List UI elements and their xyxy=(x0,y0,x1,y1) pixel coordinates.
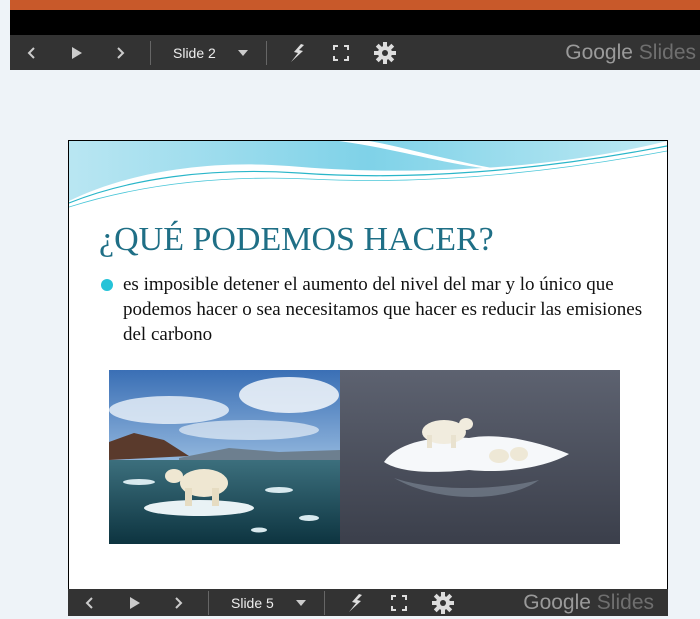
google-slides-logo[interactable]: Google Slides xyxy=(565,41,700,65)
slide-selector-label[interactable]: Slide 5 xyxy=(217,595,286,611)
chevron-right-icon xyxy=(175,596,183,609)
next-slide-button[interactable] xyxy=(98,35,142,70)
chevron-right-icon xyxy=(117,46,125,59)
top-slide-player: Slide 2 Google Slides xyxy=(10,0,700,70)
wave-header-decoration xyxy=(69,141,667,208)
slide-selector-dropdown[interactable] xyxy=(286,599,316,606)
laser-pointer-button[interactable] xyxy=(333,586,377,619)
chevron-left-icon xyxy=(85,596,93,609)
play-button[interactable] xyxy=(54,35,98,70)
toolbar-divider xyxy=(150,40,151,65)
slide-selector-label[interactable]: Slide 2 xyxy=(159,45,228,61)
play-icon xyxy=(130,596,140,609)
caret-down-icon xyxy=(295,599,306,606)
google-slides-logo[interactable]: Google Slides xyxy=(523,591,668,615)
left-photo-melting-ice xyxy=(109,370,340,544)
fullscreen-icon xyxy=(332,44,349,61)
gear-icon xyxy=(373,41,396,64)
slide-canvas: ¿QUÉ PODEMOS HACER? es imposible detener… xyxy=(69,141,667,589)
toolbar-divider xyxy=(323,590,325,615)
previous-slide-button[interactable] xyxy=(10,35,54,70)
slide-title: ¿QUÉ PODEMOS HACER? xyxy=(99,221,494,258)
settings-button[interactable] xyxy=(421,586,465,619)
main-player-toolbar: Slide 5 Google Slides xyxy=(68,589,668,616)
slide-selector-dropdown[interactable] xyxy=(228,49,258,56)
caret-down-icon xyxy=(237,49,248,56)
main-slide-player: ¿QUÉ PODEMOS HACER? es imposible detener… xyxy=(68,140,668,616)
fullscreen-button[interactable] xyxy=(377,586,421,619)
laser-pointer-icon xyxy=(290,43,304,62)
right-photo-bears-on-floe xyxy=(340,370,620,544)
laser-pointer-button[interactable] xyxy=(275,35,319,70)
laser-pointer-icon xyxy=(348,593,362,612)
settings-button[interactable] xyxy=(363,35,407,70)
previous-slide-button[interactable] xyxy=(68,586,112,619)
play-button[interactable] xyxy=(112,586,156,619)
fullscreen-icon xyxy=(390,594,407,611)
bullet-text: es imposible detener el aumento del nive… xyxy=(123,274,643,345)
next-slide-button[interactable] xyxy=(156,586,200,619)
chevron-left-icon xyxy=(27,46,35,59)
toolbar-divider xyxy=(265,40,267,65)
previous-slide-bottom-strip xyxy=(10,0,700,10)
top-player-toolbar: Slide 2 Google Slides xyxy=(10,35,700,70)
polar-bear-photos xyxy=(109,370,620,544)
bullet-marker xyxy=(101,279,113,291)
fullscreen-button[interactable] xyxy=(319,35,363,70)
gear-icon xyxy=(431,591,454,614)
toolbar-divider xyxy=(208,590,209,615)
play-icon xyxy=(72,46,82,59)
